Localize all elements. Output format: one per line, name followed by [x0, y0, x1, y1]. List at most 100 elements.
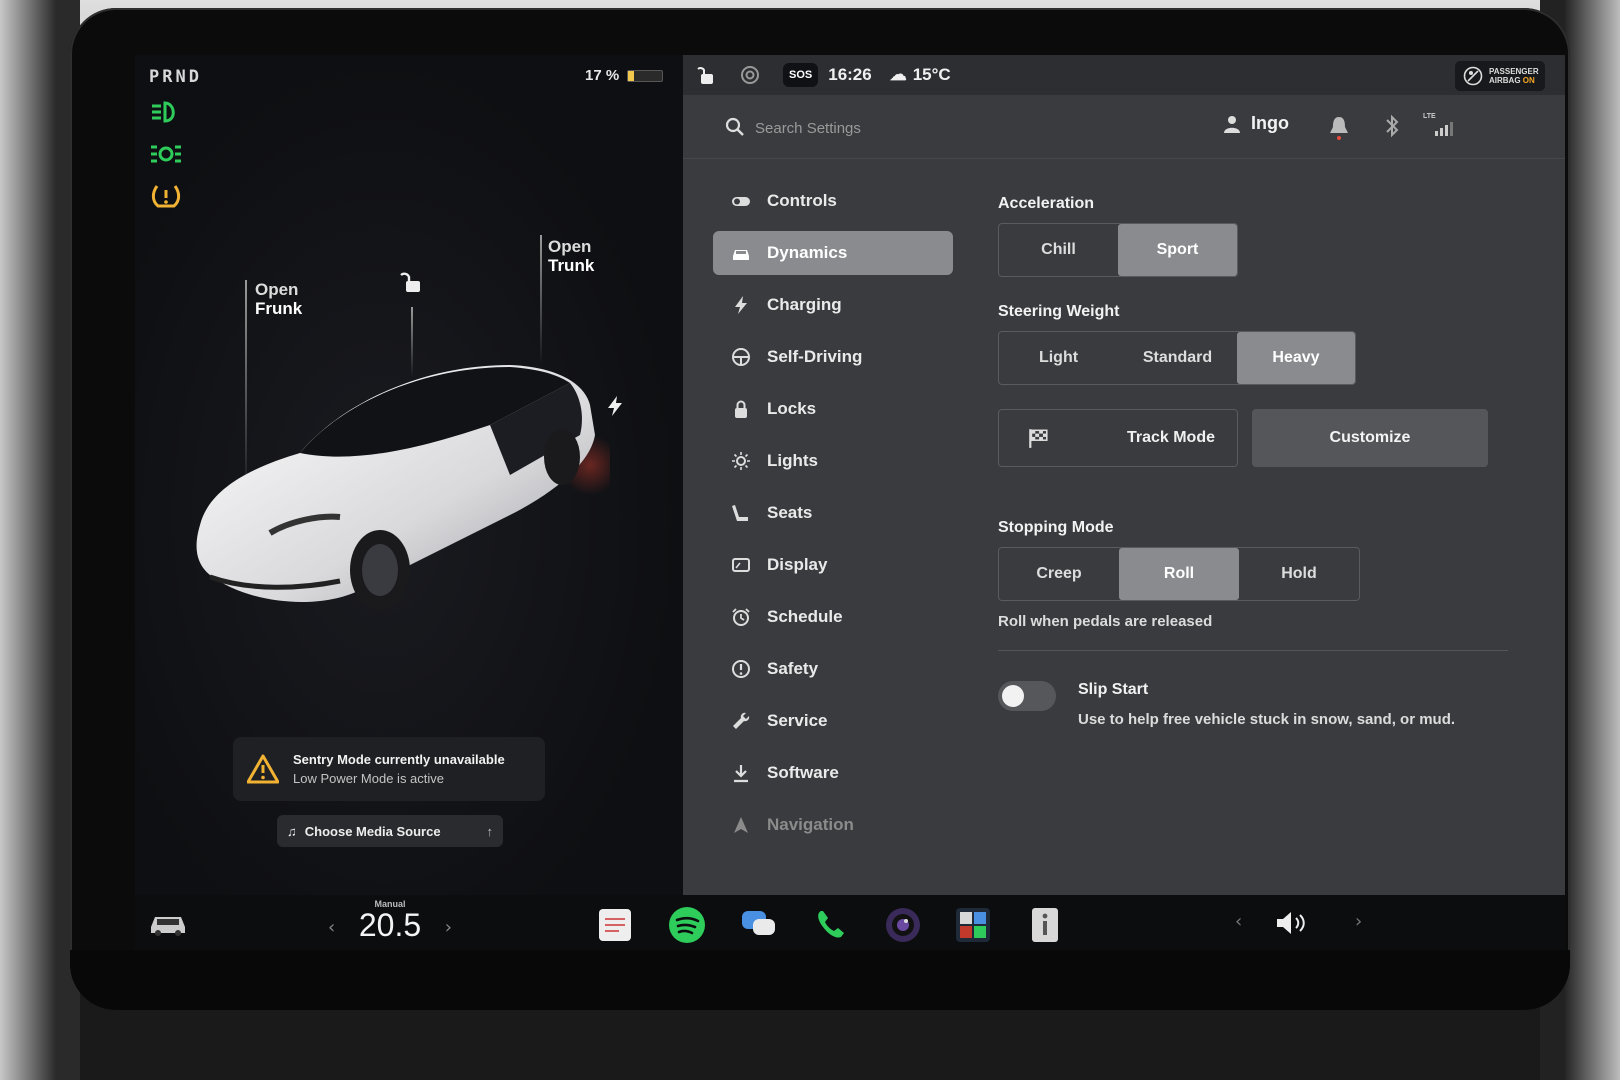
unlocked-padlock-icon[interactable]	[400, 270, 424, 294]
sentry-alert-subtitle: Low Power Mode is active	[293, 771, 445, 786]
sidebar-item-schedule[interactable]: Schedule	[713, 595, 953, 639]
customize-button[interactable]: Customize	[1252, 409, 1488, 467]
sidebar-item-label: Locks	[767, 399, 817, 418]
sidebar-item-navigation[interactable]: Navigation	[713, 803, 953, 847]
notification-bell-icon[interactable]	[1328, 115, 1350, 141]
stopping-option-roll[interactable]: Roll	[1119, 548, 1239, 600]
sidebar-item-self-driving[interactable]: Self-Driving	[713, 335, 953, 379]
sidebar-item-label: Charging	[767, 295, 842, 314]
alarm-clock-icon	[732, 608, 750, 626]
steering-weight-title: Steering Weight	[998, 303, 1120, 320]
volume-up-chevron-icon[interactable]: ›	[1355, 911, 1362, 932]
bezel-bottom	[70, 950, 1570, 1010]
stopping-mode-selector: Creep Roll Hold	[998, 547, 1360, 601]
checkered-flag-icon	[1029, 429, 1048, 448]
stopping-option-hold[interactable]: Hold	[1239, 548, 1359, 600]
person-icon	[1224, 115, 1240, 133]
touchscreen: PRND 17 % Open Frunk Open Trunk Sentry M…	[135, 55, 1565, 950]
frunk-callout-line2: Frunk	[255, 299, 303, 318]
trunk-callout-line1: Open	[548, 237, 592, 256]
vehicle-pane: PRND 17 % Open Frunk Open Trunk Sentry M…	[135, 55, 683, 895]
sidebar-item-seats[interactable]: Seats	[713, 491, 953, 535]
cabin-temperature: 20.5	[358, 907, 422, 943]
status-bar: SOS 16:26 ☁ 15°C PASSENGER AIRBAG ON	[683, 55, 1565, 95]
unlocked-padlock-icon[interactable]	[697, 64, 719, 86]
sidebar-item-safety[interactable]: Safety	[713, 647, 953, 691]
trunk-callout-line2: Trunk	[548, 256, 595, 275]
driver-profile-button[interactable]: Ingo	[1223, 113, 1289, 134]
sidebar-item-service[interactable]: Service	[713, 699, 953, 743]
arcade-app-icon[interactable]	[953, 905, 993, 945]
passenger-airbag-status: PASSENGER AIRBAG ON	[1455, 61, 1545, 91]
sidebar-item-label: Controls	[767, 191, 837, 210]
messages-app-icon[interactable]	[739, 905, 779, 945]
sos-button[interactable]: SOS	[783, 63, 819, 87]
track-mode-button[interactable]: Track Mode	[998, 409, 1238, 467]
sidebar-item-label: Display	[767, 555, 828, 574]
calendar-app-icon[interactable]	[595, 905, 635, 945]
sidebar-item-label: Safety	[767, 659, 819, 678]
volume-down-chevron-icon[interactable]: ‹	[1235, 911, 1242, 932]
bluetooth-icon[interactable]	[1383, 113, 1401, 139]
sentry-mode-alert: Sentry Mode currently unavailable Low Po…	[233, 737, 545, 801]
sidebar-item-label: Service	[767, 711, 828, 730]
acceleration-option-sport[interactable]: Sport	[1118, 224, 1237, 276]
spotify-app-icon[interactable]	[667, 905, 707, 945]
steering-option-heavy[interactable]: Heavy	[1237, 332, 1355, 384]
car-icon	[733, 250, 749, 260]
stopping-option-creep[interactable]: Creep	[999, 548, 1119, 600]
temp-increase-chevron-icon[interactable]: ›	[445, 917, 452, 938]
open-trunk-button[interactable]: Open Trunk	[548, 237, 594, 275]
volume-speaker-icon[interactable]	[1273, 907, 1313, 939]
sidebar-item-charging[interactable]: Charging	[713, 283, 953, 327]
sidebar-item-label: Schedule	[767, 607, 843, 626]
sidebar-item-label: Software	[767, 763, 839, 782]
airbag-icon	[1463, 66, 1483, 86]
warning-triangle-icon	[247, 754, 279, 784]
dynamics-settings: Acceleration Chill Sport Steering Weight …	[998, 195, 1508, 728]
search-settings-input[interactable]	[755, 115, 1055, 141]
owners-manual-app-icon[interactable]	[1025, 905, 1065, 945]
acceleration-selector: Chill Sport	[998, 223, 1238, 277]
battery-icon	[627, 69, 664, 82]
wrench-icon	[733, 712, 750, 729]
sidebar-item-display[interactable]: Display	[713, 543, 953, 587]
temp-decrease-chevron-icon[interactable]: ‹	[328, 917, 335, 938]
choose-media-source-button[interactable]: ♫ Choose Media Source ↑	[277, 815, 503, 847]
stopping-mode-helper: Roll when pedals are released	[998, 613, 1213, 630]
sentry-alert-title: Sentry Mode currently unavailable	[293, 752, 505, 767]
phone-app-icon[interactable]	[811, 905, 851, 945]
acceleration-title: Acceleration	[998, 195, 1095, 212]
vehicle-3d-model[interactable]	[190, 345, 610, 615]
slip-start-toggle[interactable]	[998, 681, 1056, 711]
settings-nav: Controls Dynamics Charging Self-Driving Lock…	[713, 179, 953, 855]
sentry-camera-icon[interactable]	[739, 64, 761, 86]
battery-status: 17 %	[585, 67, 664, 84]
sidebar-item-software[interactable]: Software	[713, 751, 953, 795]
battery-fill	[628, 70, 634, 81]
slip-start-description: Use to help free vehicle stuck in snow, …	[1078, 711, 1456, 728]
climate-temperature[interactable]: ‹ Manual 20.5 ›	[320, 899, 460, 941]
sidebar-item-label: Navigation	[767, 815, 854, 834]
search-icon[interactable]	[725, 117, 745, 137]
sidebar-item-controls[interactable]: Controls	[713, 179, 953, 223]
acceleration-option-chill[interactable]: Chill	[999, 224, 1118, 276]
sidebar-item-locks[interactable]: Locks	[713, 387, 953, 431]
toggle-icon	[732, 197, 750, 206]
car-controls-icon[interactable]	[147, 909, 189, 937]
steering-option-light[interactable]: Light	[999, 332, 1118, 384]
weather: ☁ 15°C	[890, 65, 951, 85]
steering-option-standard[interactable]: Standard	[1118, 332, 1237, 384]
sidebar-item-lights[interactable]: Lights	[713, 439, 953, 483]
download-icon	[734, 765, 748, 783]
network-type: LTE	[1423, 113, 1436, 120]
settings-pane: SOS 16:26 ☁ 15°C PASSENGER AIRBAG ON Ing…	[683, 55, 1565, 895]
tire-pressure-warning-icon	[149, 183, 183, 209]
navigation-arrow-icon	[734, 817, 748, 833]
sidebar-item-label: Self-Driving	[767, 347, 863, 366]
stopping-mode-title: Stopping Mode	[998, 519, 1114, 536]
camera-app-icon[interactable]	[883, 905, 923, 945]
lock-icon	[735, 400, 747, 418]
sidebar-item-dynamics[interactable]: Dynamics	[713, 231, 953, 275]
open-frunk-button[interactable]: Open Frunk	[255, 280, 302, 318]
